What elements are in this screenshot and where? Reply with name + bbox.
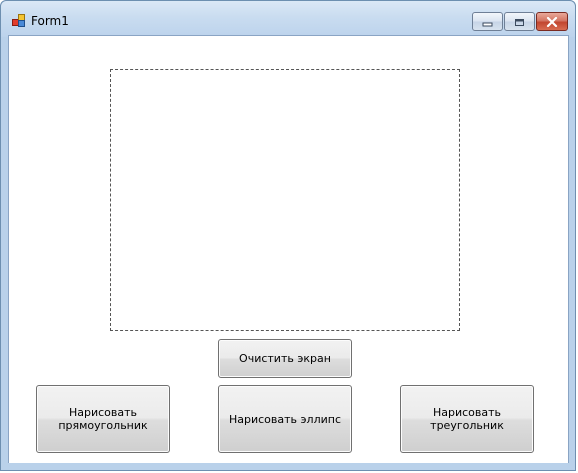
minimize-button[interactable] <box>472 12 503 31</box>
draw-rectangle-button[interactable]: Нарисовать прямоугольник <box>36 385 170 453</box>
form-client-area: Очистить экран Нарисовать прямоугольник … <box>8 35 569 465</box>
window-bottom-border <box>1 463 575 470</box>
window-title: Form1 <box>31 14 69 28</box>
clear-screen-button[interactable]: Очистить экран <box>218 339 352 378</box>
drawing-canvas[interactable] <box>110 69 460 331</box>
app-form-icon <box>12 13 26 27</box>
close-button[interactable] <box>536 12 568 31</box>
close-icon <box>546 12 558 31</box>
minimize-icon <box>482 12 493 31</box>
draw-ellipse-button[interactable]: Нарисовать эллипс <box>218 385 352 453</box>
maximize-icon <box>514 12 525 31</box>
maximize-button[interactable] <box>504 12 535 31</box>
main-window: Form1 Очистить экран Нарисовать прямоуго… <box>0 0 576 471</box>
draw-triangle-button[interactable]: Нарисовать треугольник <box>400 385 534 453</box>
title-bar[interactable]: Form1 <box>1 1 575 37</box>
